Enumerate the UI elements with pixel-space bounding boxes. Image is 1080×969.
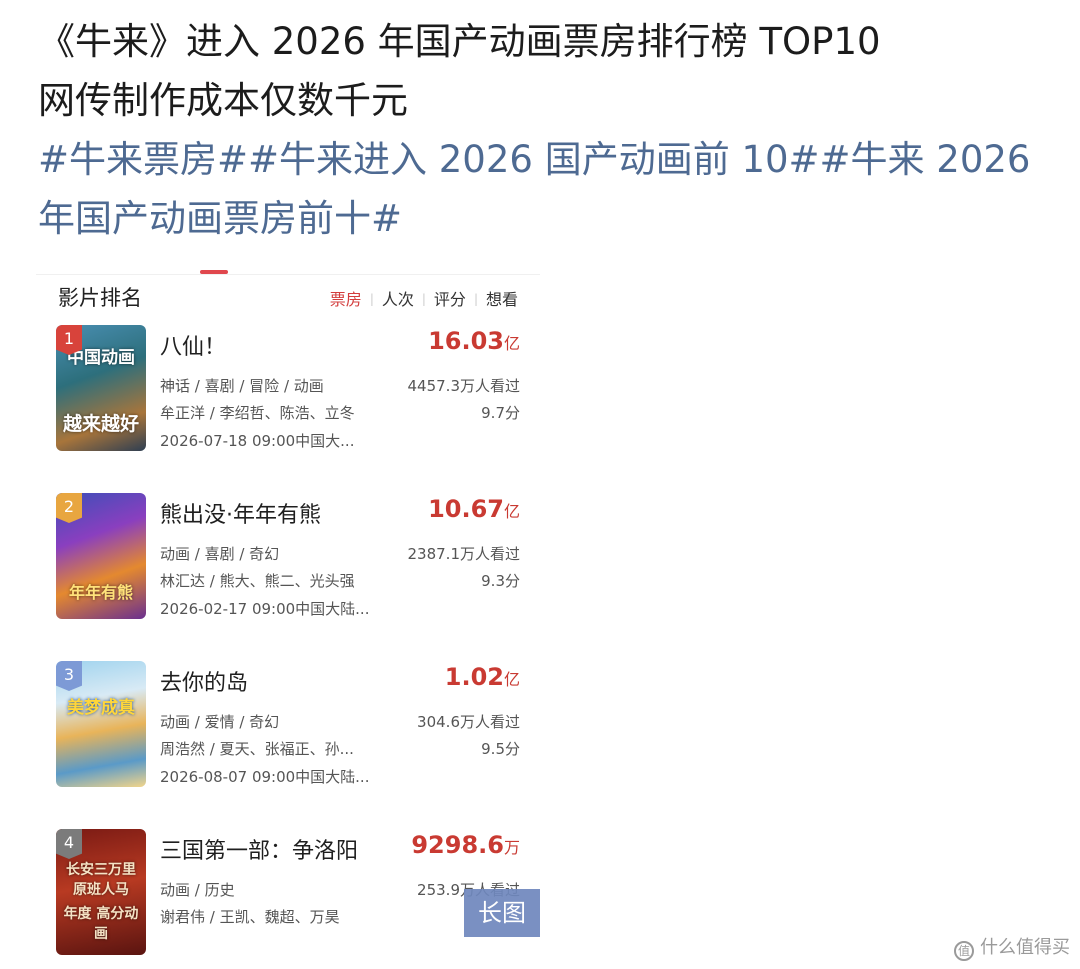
ranking-title: 影片排名 <box>58 286 142 310</box>
movie-genres: 动画 / 历史 <box>160 881 235 899</box>
movie-cast: 林汇达 / 熊大、熊二、光头强 <box>160 572 355 590</box>
movie-item[interactable]: 美梦成真 3 去你的岛 1.02亿 动画 / 爱情 / 奇幻 304.6万人看过… <box>56 661 520 791</box>
movie-poster[interactable]: 长安三万里 原班人马 年度 高分动画 4 <box>56 829 146 955</box>
movie-item[interactable]: 中国动画 越来越好 1 八仙！ 16.03亿 神话 / 喜剧 / 冒险 / 动画… <box>56 325 520 455</box>
box-office: 9298.6万 <box>411 831 520 859</box>
box-office: 16.03亿 <box>428 327 520 355</box>
poster-text: 长安三万里 原班人马 <box>66 862 136 898</box>
movie-genres: 动画 / 爱情 / 奇幻 <box>160 713 280 731</box>
tab-separator: | <box>421 292 426 306</box>
movie-score: 9.7分 <box>481 404 520 422</box>
movie-genres: 动画 / 喜剧 / 奇幻 <box>160 545 280 563</box>
movie-cast: 周浩然 / 夏天、张福正、孙... <box>160 740 354 758</box>
tab-separator: | <box>473 292 478 306</box>
rank-badge: 3 <box>56 661 82 691</box>
release-info: 2026-08-07 09:00中国大陆... <box>160 768 370 786</box>
movie-poster[interactable]: 美梦成真 3 <box>56 661 146 787</box>
divider <box>36 274 540 275</box>
rank-badge: 2 <box>56 493 82 523</box>
watermark-text: 什么值得买 <box>980 937 1070 958</box>
movie-item[interactable]: 长安三万里 原班人马 年度 高分动画 4 三国第一部：争洛阳 9298.6万 动… <box>56 829 520 959</box>
ranking-header: 影片排名 票房 | 人次 | 评分 | 想看 <box>58 280 518 310</box>
movie-poster[interactable]: 中国动画 越来越好 1 <box>56 325 146 451</box>
poster-text: 美梦成真 <box>67 698 135 718</box>
smzdm-logo-icon: 值 <box>954 941 974 961</box>
movie-cast: 谢君伟 / 王凯、魏超、万昊 <box>160 908 340 926</box>
box-office-unit: 亿 <box>503 670 520 689</box>
post-title-line1: 《牛来》进入 2026 年国产动画票房排行榜 TOP10 <box>38 20 881 63</box>
movie-item[interactable]: 年年有熊 2 熊出没·年年有熊 10.67亿 动画 / 喜剧 / 奇幻 2387… <box>56 493 520 623</box>
sort-tabs: 票房 | 人次 | 评分 | 想看 <box>330 286 518 310</box>
poster-text: 年度 高分动画 <box>63 906 139 942</box>
tab-separator: | <box>369 292 374 306</box>
long-image-button[interactable]: 长图 <box>464 889 540 937</box>
ranking-card: 影片排名 票房 | 人次 | 评分 | 想看 中国动画 越来越好 1 八仙！ 16.03亿 … <box>36 270 540 969</box>
movie-cast: 牟正洋 / 李绍哲、陈浩、立冬 <box>160 404 355 422</box>
watermark: 值什么值得买 <box>954 933 1070 961</box>
movie-title[interactable]: 八仙！ <box>160 329 226 361</box>
poster-text: 年年有熊 <box>68 583 133 602</box>
box-office-value: 10.67 <box>428 495 504 523</box>
box-office: 1.02亿 <box>445 663 520 691</box>
tab-want-to-see[interactable]: 想看 <box>486 286 518 310</box>
movie-score: 9.5分 <box>481 740 520 758</box>
release-info: 2026-07-18 09:00中国大... <box>160 432 355 450</box>
box-office-unit: 万 <box>503 838 520 857</box>
movie-title[interactable]: 熊出没·年年有熊 <box>160 497 321 529</box>
rank-badge: 4 <box>56 829 82 859</box>
rank-badge: 1 <box>56 325 82 355</box>
movie-title[interactable]: 去你的岛 <box>160 665 248 697</box>
tab-rating[interactable]: 评分 <box>434 286 466 310</box>
movie-score: 9.3分 <box>481 572 520 590</box>
box-office-unit: 亿 <box>503 334 520 353</box>
box-office-value: 9298.6 <box>411 831 504 859</box>
viewer-count: 2387.1万人看过 <box>407 545 521 563</box>
box-office-value: 1.02 <box>444 663 504 691</box>
tab-viewers[interactable]: 人次 <box>382 286 414 310</box>
hashtags-line1[interactable]: #牛来票房##牛来进入 2026 国产动画前 10##牛来 2026 <box>38 130 1048 189</box>
tab-box-office[interactable]: 票房 <box>330 286 362 310</box>
viewer-count: 304.6万人看过 <box>417 713 520 731</box>
movie-genres: 神话 / 喜剧 / 冒险 / 动画 <box>160 377 324 395</box>
box-office: 10.67亿 <box>428 495 520 523</box>
hashtags-line2[interactable]: 年国产动画票房前十# <box>38 189 1048 248</box>
movie-title[interactable]: 三国第一部：争洛阳 <box>160 833 358 865</box>
box-office-value: 16.03 <box>428 327 504 355</box>
box-office-unit: 亿 <box>503 502 520 521</box>
poster-text: 越来越好 <box>62 413 139 435</box>
release-info: 2026-02-17 09:00中国大陆... <box>160 600 370 618</box>
viewer-count: 4457.3万人看过 <box>407 377 521 395</box>
post-text: 《牛来》进入 2026 年国产动画票房排行榜 TOP10 网传制作成本仅数千元 … <box>38 12 1048 248</box>
post-title-line2: 网传制作成本仅数千元 <box>38 79 408 122</box>
movie-poster[interactable]: 年年有熊 2 <box>56 493 146 619</box>
